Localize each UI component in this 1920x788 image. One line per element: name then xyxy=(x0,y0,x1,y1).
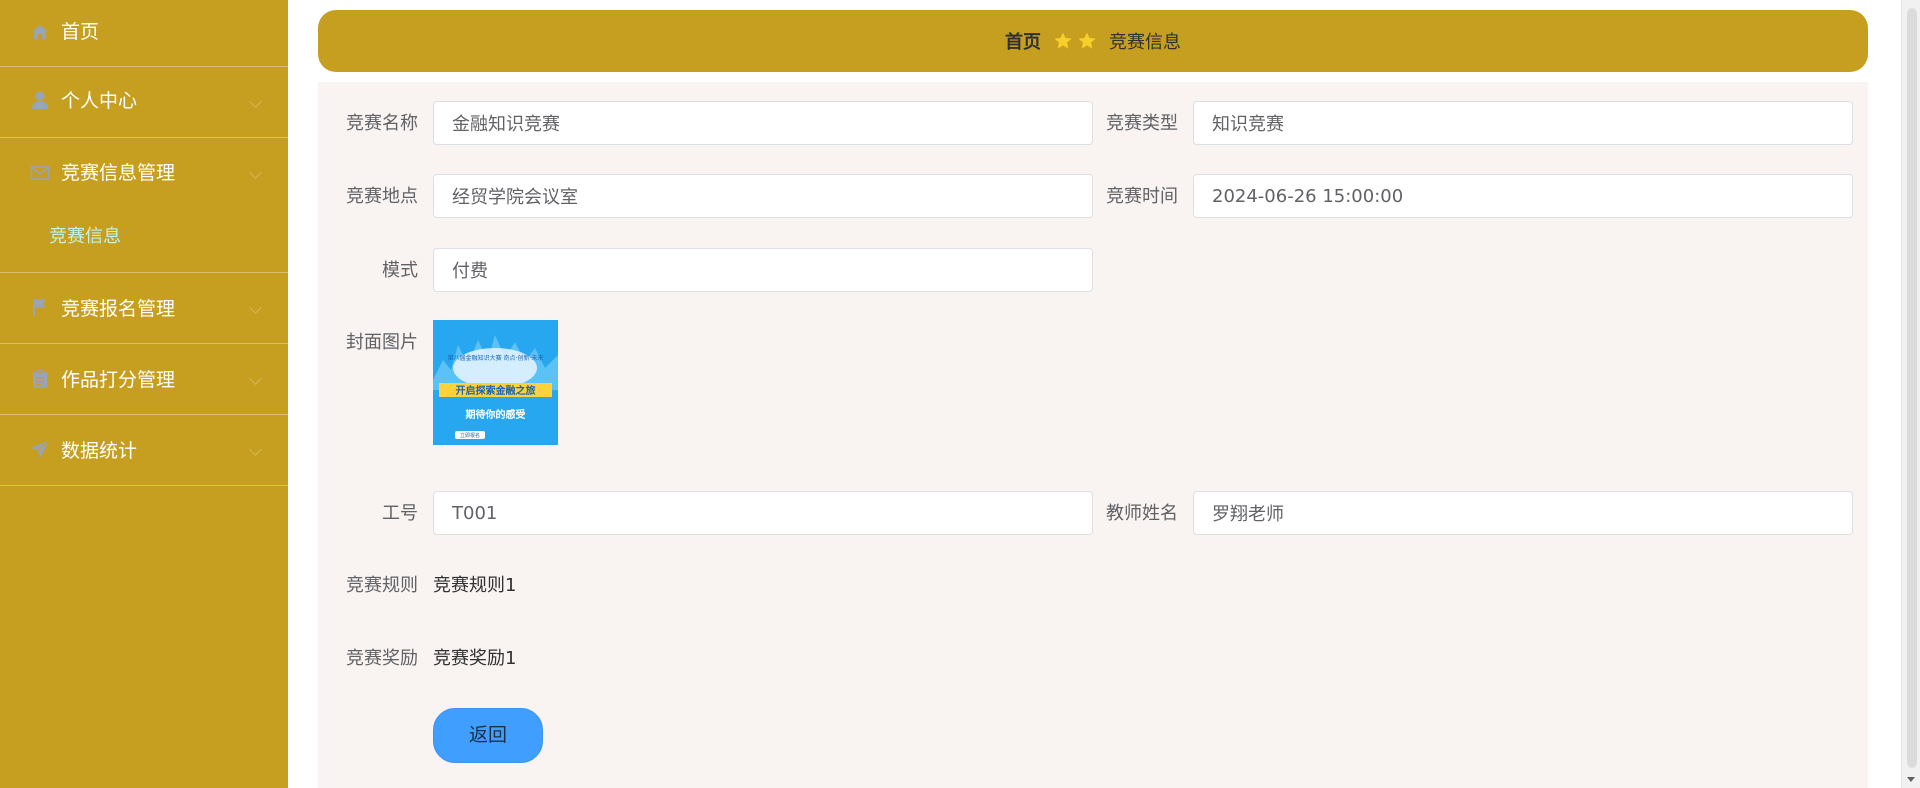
user-icon xyxy=(32,91,48,109)
form-row: 竞赛规则 竞赛规则1 xyxy=(318,563,1868,609)
send-icon xyxy=(31,439,50,458)
teacher-name-label: 教师姓名 xyxy=(1106,503,1178,524)
sidebar-item-label: 竞赛信息管理 xyxy=(61,162,176,184)
cover-line-2: 开启探索金融之旅 xyxy=(456,384,536,397)
cover-line-4: 立即报名 xyxy=(460,432,480,439)
flag-icon xyxy=(33,299,46,316)
chevron-down-icon xyxy=(249,95,262,108)
sidebar-item-label: 作品打分管理 xyxy=(61,369,176,391)
form-row: 竞赛地点 竞赛时间 xyxy=(318,174,1868,220)
form-row: 工号 教师姓名 xyxy=(318,491,1868,537)
star-icon xyxy=(1078,32,1096,49)
sidebar-subitem-label: 竞赛信息 xyxy=(49,226,121,247)
sidebar-item-label: 首页 xyxy=(61,21,100,43)
reward-label: 竞赛奖励 xyxy=(346,648,418,669)
mail-icon xyxy=(30,166,50,180)
sidebar-item-label: 个人中心 xyxy=(61,90,138,112)
scroll-down-arrow-icon[interactable] xyxy=(1907,777,1915,782)
chevron-down-icon xyxy=(249,443,262,456)
breadcrumb: 首页 竞赛信息 xyxy=(318,10,1868,72)
teacher-name-field[interactable] xyxy=(1193,491,1853,535)
form-row: 竞赛名称 竞赛类型 xyxy=(318,101,1868,147)
breadcrumb-current: 竞赛信息 xyxy=(1109,32,1181,53)
sidebar-item-competition-info-manage[interactable]: 竞赛信息管理 xyxy=(0,138,288,209)
chevron-down-icon xyxy=(249,301,262,314)
cover-line-1: 第八届金融知识大赛 奇点·创新·未来 xyxy=(448,354,544,362)
breadcrumb-separator xyxy=(1053,31,1097,51)
competition-name-label: 竞赛名称 xyxy=(346,113,418,134)
competition-time-label: 竞赛时间 xyxy=(1106,186,1178,207)
teacher-id-field[interactable] xyxy=(433,491,1093,535)
mode-label: 模式 xyxy=(382,260,418,281)
sidebar-subitem-competition-info[interactable]: 竞赛信息 xyxy=(0,209,288,272)
competition-location-label: 竞赛地点 xyxy=(346,186,418,207)
cover-image[interactable]: 第八届金融知识大赛 奇点·创新·未来 开启探索金融之旅 期待你的感受 立即报名 xyxy=(433,320,558,445)
competition-time-field[interactable] xyxy=(1193,174,1853,218)
sidebar-item-scoring-manage[interactable]: 作品打分管理 xyxy=(0,344,288,415)
scrollbar-thumb[interactable] xyxy=(1907,8,1917,768)
back-button[interactable]: 返回 xyxy=(433,708,543,763)
page-scrollbar[interactable] xyxy=(1901,0,1920,788)
rules-label: 竞赛规则 xyxy=(346,575,418,596)
reward-value: 竞赛奖励1 xyxy=(433,648,517,669)
cover-image-label: 封面图片 xyxy=(346,332,418,353)
competition-type-label: 竞赛类型 xyxy=(1106,113,1178,134)
teacher-id-label: 工号 xyxy=(382,503,418,524)
sidebar-item-home[interactable]: 首页 xyxy=(0,0,288,67)
sidebar: 首页 个人中心 竞赛信息管理 竞赛信息 竞赛报名管理 作品打分管理 数据统计 xyxy=(0,0,288,788)
clipboard-icon xyxy=(33,370,47,388)
sidebar-item-registration-manage[interactable]: 竞赛报名管理 xyxy=(0,273,288,344)
sidebar-group-competition-info: 竞赛信息管理 竞赛信息 xyxy=(0,138,288,273)
sidebar-item-statistics[interactable]: 数据统计 xyxy=(0,415,288,486)
chevron-down-icon xyxy=(249,372,262,385)
competition-location-field[interactable] xyxy=(433,174,1093,218)
sidebar-item-label: 数据统计 xyxy=(61,440,138,462)
chevron-down-icon xyxy=(249,166,262,179)
mode-field[interactable] xyxy=(433,248,1093,292)
sidebar-item-label: 竞赛报名管理 xyxy=(61,298,176,320)
form-row: 模式 xyxy=(318,248,1868,294)
competition-detail-form: 竞赛名称 竞赛类型 竞赛地点 竞赛时间 模式 封面图片 第八届金融知识大赛 奇点… xyxy=(318,82,1868,788)
cover-line-3: 期待你的感受 xyxy=(466,408,526,421)
form-row: 竞赛奖励 竞赛奖励1 xyxy=(318,636,1868,682)
competition-type-field[interactable] xyxy=(1193,101,1853,145)
star-icon xyxy=(1054,32,1072,49)
home-icon xyxy=(32,25,48,39)
competition-name-field[interactable] xyxy=(433,101,1093,145)
rules-value: 竞赛规则1 xyxy=(433,575,517,596)
breadcrumb-home-link[interactable]: 首页 xyxy=(1005,28,1041,54)
cover-image-art: 第八届金融知识大赛 奇点·创新·未来 开启探索金融之旅 期待你的感受 立即报名 xyxy=(433,320,558,445)
sidebar-item-profile[interactable]: 个人中心 xyxy=(0,67,288,138)
